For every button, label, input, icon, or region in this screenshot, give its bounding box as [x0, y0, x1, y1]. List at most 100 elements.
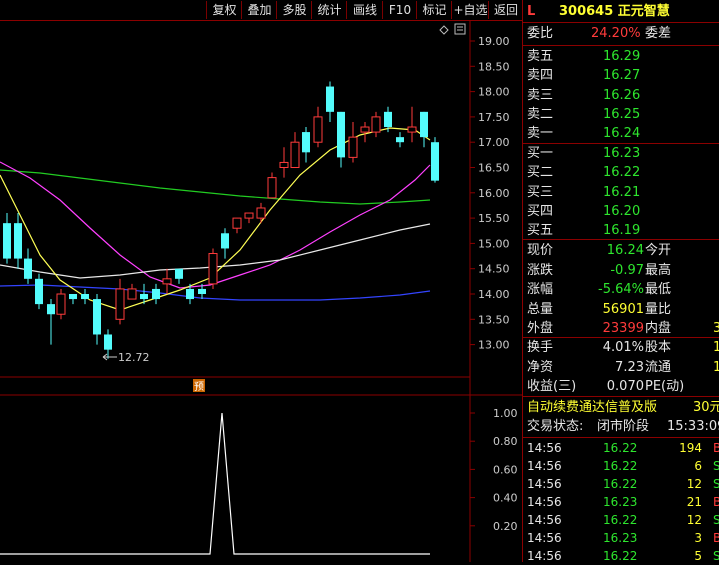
bid-row[interactable]: 买四 16.20 — [527, 202, 717, 221]
toolbar-button-2[interactable]: 多股 — [276, 1, 312, 19]
tick-row: 14:56 16.23 3 B — [527, 529, 719, 547]
ad-row[interactable]: 自动续费通达信普及版 30元 — [527, 398, 719, 417]
tick-time: 14:56 — [527, 477, 562, 491]
toolbar-button-7[interactable]: +自选 — [451, 1, 489, 19]
price-tick-label: 17.50 — [478, 111, 510, 124]
toolbar-button-8[interactable]: 返回 — [488, 1, 523, 19]
bid-row[interactable]: 买五 16.19 — [527, 221, 717, 240]
ask-row[interactable]: 卖三 16.26 — [527, 86, 717, 105]
fund-row: 净资 7.23 流通 1 — [527, 358, 719, 377]
bid-label: 买二 — [527, 165, 554, 181]
fund-label: 换手 — [527, 340, 554, 355]
candle-body-up — [313, 116, 323, 143]
bid-label: 买一 — [527, 146, 554, 161]
indicator-tick-label: 0.40 — [493, 492, 518, 505]
candle-body-down — [104, 334, 112, 350]
stock-code-name[interactable]: 300645 正元智慧 — [559, 2, 670, 21]
price-tick-label: 16.50 — [478, 162, 510, 175]
indicator-tick-label: 0.60 — [493, 463, 518, 476]
tick-volume: 6 — [694, 459, 702, 473]
price-tick-label: 15.50 — [478, 212, 510, 225]
chart-toolbar: 复权 叠加 多股 统计 画线 F10 标记 +自选 返回 — [0, 0, 522, 21]
quote-value: -5.64% — [598, 282, 644, 298]
diamond-icon[interactable] — [439, 25, 449, 35]
ask-row[interactable]: 卖四 16.27 — [527, 66, 717, 85]
quote-label: 外盘 — [527, 321, 554, 337]
candle-body-down — [47, 304, 55, 315]
quote-row: 总量 56901 量比 — [527, 300, 719, 319]
ask-row[interactable]: 卖二 16.25 — [527, 105, 717, 124]
toolbar-button-4[interactable]: 画线 — [346, 1, 383, 19]
price-tick-label: 14.50 — [478, 263, 510, 276]
candle-body-up — [371, 116, 381, 133]
quote-row: 现价 16.24 今开 — [527, 241, 719, 260]
tick-price: 16.22 — [603, 549, 638, 563]
settings-icon[interactable] — [454, 23, 466, 35]
toolbar-button-5[interactable]: F10 — [382, 1, 417, 19]
ask-label: 卖四 — [527, 68, 554, 84]
ask-label: 卖三 — [527, 87, 554, 103]
indicator-tick-label: 0.80 — [493, 435, 518, 448]
toolbar-button-0[interactable]: 复权 — [206, 1, 242, 19]
weibi-label: 委比 — [527, 26, 554, 41]
quote-value2: 3 — [713, 321, 719, 337]
candle-body-down — [420, 111, 428, 138]
price-tick-label: 19.00 — [478, 35, 510, 48]
candle-body-down — [152, 288, 160, 300]
candle-body-down — [175, 268, 183, 279]
toolbar-button-3[interactable]: 统计 — [311, 1, 347, 19]
bid-row[interactable]: 买三 16.21 — [527, 183, 717, 202]
ad-text[interactable]: 自动续费通达信普及版 — [527, 400, 657, 415]
ask-price: 16.26 — [603, 87, 641, 103]
candle-body-up — [256, 207, 266, 219]
ask-price: 16.25 — [603, 106, 641, 122]
bid-price: 16.19 — [603, 223, 641, 239]
candle-body-down — [24, 258, 32, 279]
tick-volume: 12 — [686, 477, 702, 491]
indicator-axis: 1.00 0.80 0.60 0.40 0.20 — [470, 407, 518, 533]
candle-body-down — [14, 223, 22, 259]
tick-direction: B — [713, 495, 719, 509]
quote-label2: 最高 — [645, 262, 672, 278]
candle-body-up — [290, 141, 300, 168]
toolbar-button-1[interactable]: 叠加 — [241, 1, 277, 19]
tick-price: 16.23 — [603, 531, 638, 545]
ask-label: 卖二 — [527, 106, 554, 122]
pre-marker-label: 预 — [194, 381, 204, 393]
quote-label: 涨跌 — [527, 262, 554, 278]
kline-chart[interactable]: 19.00 18.50 18.00 17.50 17.00 16.50 16.00 15.50… — [0, 0, 522, 562]
toolbar-button-6[interactable]: 标记 — [416, 1, 452, 19]
tick-price: 16.22 — [603, 459, 638, 473]
tick-volume: 3 — [694, 531, 702, 545]
candle-body-down — [35, 278, 43, 305]
quote-row: 涨幅 -5.64% 最低 — [527, 280, 719, 299]
quote-value: 56901 — [602, 301, 644, 317]
bid-row[interactable]: 买二 16.22 — [527, 163, 717, 182]
weicha-label: 委差 — [645, 26, 672, 41]
tick-time: 14:56 — [527, 513, 562, 527]
tick-row: 14:56 16.22 6 S — [527, 457, 719, 475]
bid-label: 买四 — [527, 203, 554, 219]
quote-value: -0.97 — [610, 262, 644, 278]
candle-body-up — [56, 293, 66, 315]
candle-body-up — [348, 136, 358, 158]
fund-label2: 股本 — [645, 340, 672, 355]
bid-price: 16.21 — [603, 184, 641, 200]
fund-value2: 1 — [713, 359, 719, 375]
price-tick-label: 13.50 — [478, 313, 510, 326]
quote-value: 16.24 — [606, 243, 644, 258]
candle-body-up — [127, 288, 137, 300]
fund-row: 换手 4.01% 股本 1 — [527, 338, 719, 357]
price-tick-label: 15.00 — [478, 237, 510, 250]
candle-body-up — [267, 177, 277, 199]
tick-volume: 5 — [694, 549, 702, 563]
price-tick-label: 18.00 — [478, 86, 510, 99]
ask-row[interactable]: 卖五 16.29 — [527, 47, 717, 66]
fund-value: 4.01% — [602, 340, 644, 355]
candle-body-down — [326, 86, 334, 112]
ad-price[interactable]: 30元 — [693, 398, 719, 417]
ask-row[interactable]: 卖一 16.24 — [527, 124, 717, 143]
tick-direction: S — [713, 477, 719, 491]
bid-row[interactable]: 买一 16.23 — [527, 144, 717, 163]
tick-price: 16.23 — [603, 495, 638, 509]
